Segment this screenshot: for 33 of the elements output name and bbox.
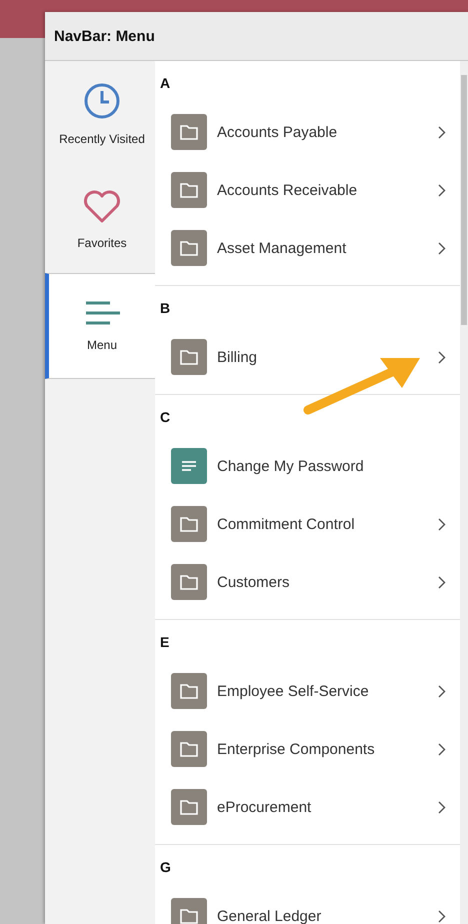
navigation-item[interactable]: Asset Management	[155, 219, 460, 277]
sidebar-item[interactable]: Recently Visited	[45, 61, 155, 167]
sidebar-item[interactable]: Menu	[45, 273, 155, 379]
folder-icon	[171, 506, 207, 542]
panel-title: NavBar: Menu	[54, 28, 155, 44]
folder-icon	[171, 564, 207, 600]
navigation-item[interactable]: General Ledger	[155, 887, 460, 924]
folder-icon	[171, 789, 207, 825]
navigation-item[interactable]: Employee Self-Service	[155, 662, 460, 720]
folder-icon	[171, 673, 207, 709]
folder-icon	[171, 172, 207, 208]
navigation-item[interactable]: Commitment Control	[155, 495, 460, 553]
menu-icon	[84, 300, 120, 326]
sidebar-item[interactable]: Favorites	[45, 167, 155, 273]
navigation-item[interactable]: Accounts Payable	[155, 103, 460, 161]
section-letter: E	[159, 634, 170, 650]
folder-icon	[171, 230, 207, 266]
navigation-item[interactable]: Change My Password	[155, 437, 460, 495]
section-letter: A	[159, 75, 172, 91]
folder-icon	[171, 731, 207, 767]
navigation-item[interactable]: Enterprise Components	[155, 720, 460, 778]
navigation-item[interactable]: eProcurement	[155, 778, 460, 836]
folder-icon	[171, 114, 207, 150]
section-letter: B	[159, 300, 172, 316]
clock-icon	[83, 82, 121, 120]
navigation-item[interactable]: Customers	[155, 553, 460, 611]
navigation-item[interactable]: Billing	[155, 328, 460, 386]
section-letter: C	[159, 409, 172, 425]
document-icon	[171, 448, 207, 484]
heart-icon	[83, 190, 121, 224]
folder-icon	[171, 339, 207, 375]
section-letter: G	[159, 859, 172, 875]
navigation-item[interactable]: Accounts Receivable	[155, 161, 460, 219]
